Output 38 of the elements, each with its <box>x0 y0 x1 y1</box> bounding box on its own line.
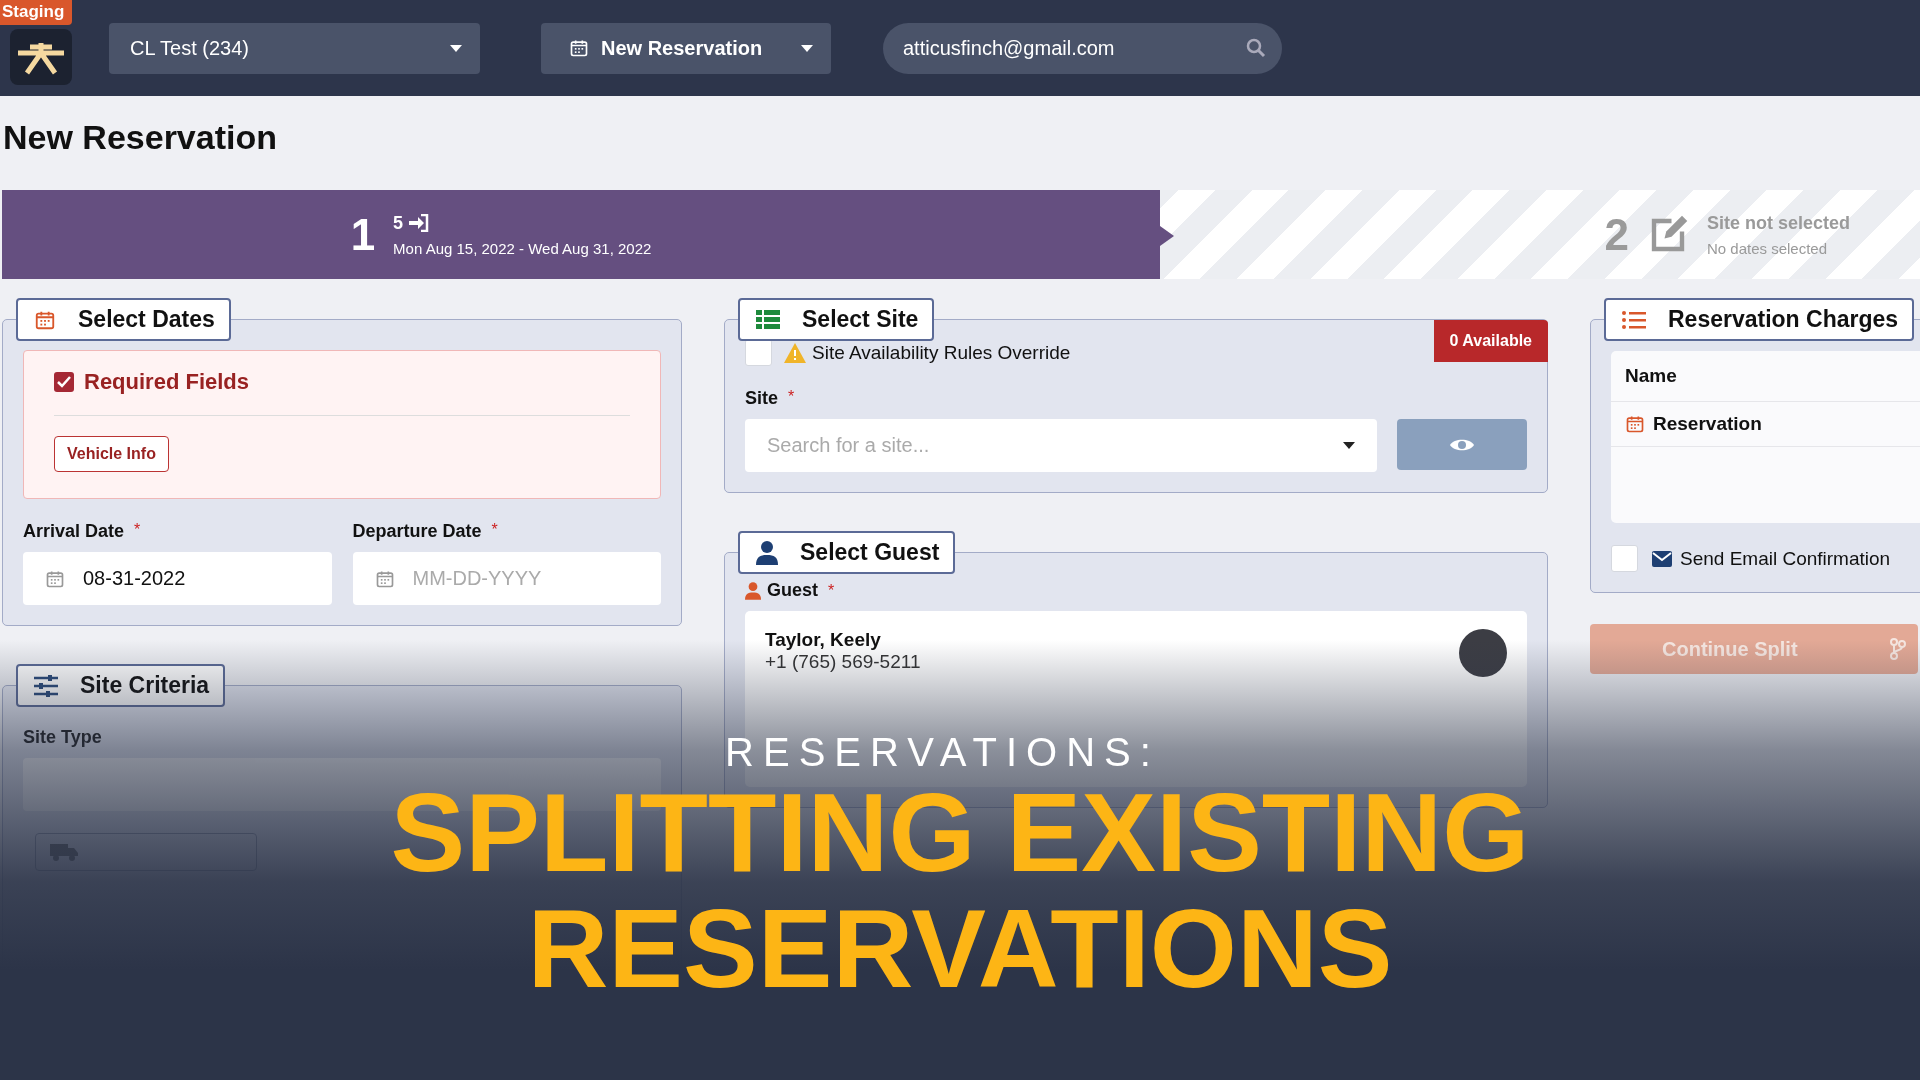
page-title: New Reservation <box>2 117 278 158</box>
search-field[interactable]: atticusfinch@gmail.com <box>883 22 1282 74</box>
required-mark: * <box>134 521 141 539</box>
table-cell: Reservation <box>1611 402 1920 447</box>
override-label: Site Availability Rules Override <box>812 341 1071 364</box>
step-number: 1 <box>350 209 376 260</box>
park-select[interactable]: CL Test (234) <box>109 22 480 74</box>
section-heading: Select Dates <box>16 298 231 341</box>
step-heading: 5 <box>393 212 404 234</box>
date-field[interactable]: 08-31-2022 <box>23 552 332 605</box>
vehicle-info-button[interactable]: Vehicle Info <box>54 436 169 472</box>
field-label: Site <box>745 388 778 409</box>
section-heading: Select Site <box>738 298 935 341</box>
field-label: Arrival Date <box>23 521 125 542</box>
section-heading: Select Guest <box>738 531 956 574</box>
required-mark: * <box>828 581 835 600</box>
guest-name: Taylor, Keely <box>765 629 882 651</box>
step-number: 2 <box>1604 209 1629 260</box>
send-email-label: Send Email Confirmation <box>1680 547 1891 570</box>
field-label: Site Type <box>23 727 102 747</box>
availability-badge: 0 Available <box>1433 320 1548 362</box>
required-mark: * <box>491 521 498 539</box>
column-header: Name <box>1611 351 1920 402</box>
required-fields-title: Required Fields <box>84 369 250 395</box>
new-reservation-button[interactable]: New Reservation <box>541 22 831 74</box>
field-label: Guest <box>767 580 818 601</box>
guest-phone: +1 (765) 569-5211 <box>765 651 921 673</box>
required-mark: * <box>788 388 795 406</box>
video-title: SPLITTING EXISTING <box>390 775 1530 891</box>
staging-badge: Staging <box>0 0 73 25</box>
step-dates: Mon Aug 15, 2022 - Wed Aug 31, 2022 <box>393 239 652 257</box>
section-heading: Site Criteria <box>16 664 226 707</box>
section-heading: Reservation Charges <box>1604 298 1915 341</box>
video-title: RESERVATIONS <box>527 891 1393 1007</box>
step-dates: No dates selected <box>1706 239 1829 257</box>
field-label: Departure Date <box>352 521 482 542</box>
video-kicker: RESERVATIONS: <box>725 730 1160 775</box>
step-heading: Site not selected <box>1706 212 1850 234</box>
